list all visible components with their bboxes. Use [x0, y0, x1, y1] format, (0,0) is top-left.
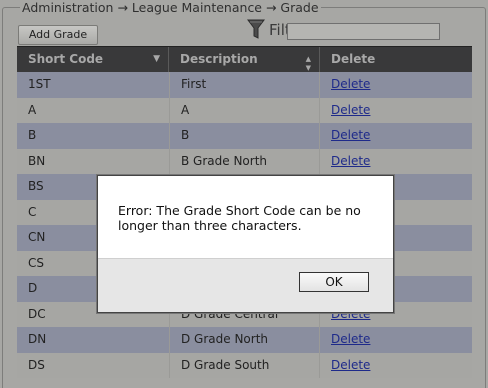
table-row[interactable]: 1ST First Delete	[17, 72, 472, 98]
description-cell: B	[169, 123, 320, 149]
column-header-short-code[interactable]: Short Code ▼	[17, 47, 169, 72]
table-row[interactable]: A A Delete	[17, 97, 472, 124]
sort-both-icon: ▲ ▼	[305, 55, 311, 72]
filter-input[interactable]	[287, 23, 440, 40]
sort-down-icon: ▼	[153, 54, 160, 64]
add-grade-button[interactable]: Add Grade	[18, 25, 98, 45]
table-row[interactable]: BN B Grade North Delete	[17, 148, 472, 175]
delete-link[interactable]: Delete	[331, 154, 370, 168]
delete-cell: Delete	[320, 149, 472, 175]
column-header-label: Delete	[331, 52, 376, 66]
delete-cell: Delete	[320, 98, 472, 124]
description-cell: First	[169, 72, 320, 98]
table-row[interactable]: DN D Grade North Delete	[17, 327, 472, 353]
short-code-cell: DS	[28, 357, 45, 372]
short-code-cell: DN	[28, 332, 47, 346]
short-code-cell: 1ST	[28, 77, 51, 91]
error-dialog: Error: The Grade Short Code can be no lo…	[97, 175, 394, 313]
delete-link[interactable]: Delete	[331, 332, 370, 346]
funnel-icon	[247, 19, 265, 39]
table-header: Short Code ▼ Description ▲ ▼ Delete	[17, 46, 472, 72]
page-background: Administration → League Maintenance → Gr…	[0, 0, 488, 388]
table-row[interactable]: DS D Grade South Delete	[17, 352, 472, 379]
description-cell: A	[169, 97, 320, 123]
short-code-cell: A	[28, 102, 37, 117]
error-message: Error: The Grade Short Code can be no lo…	[118, 203, 361, 233]
column-header-delete: Delete	[320, 47, 472, 72]
delete-cell: Delete	[320, 72, 472, 98]
dialog-footer: OK	[98, 258, 393, 312]
column-header-label: Short Code	[28, 52, 104, 66]
short-code-cell: BN	[28, 153, 46, 168]
delete-link[interactable]: Delete	[331, 77, 370, 91]
delete-link[interactable]: Delete	[331, 358, 370, 372]
short-code-cell: B	[28, 128, 37, 142]
delete-cell: Delete	[320, 123, 472, 149]
delete-cell: Delete	[320, 353, 472, 379]
column-header-label: Description	[180, 52, 258, 66]
delete-link[interactable]: Delete	[331, 128, 370, 142]
table-row[interactable]: B B Delete	[17, 123, 472, 149]
delete-link[interactable]: Delete	[331, 103, 370, 117]
ok-button[interactable]: OK	[299, 272, 369, 292]
description-cell: D Grade South	[169, 352, 320, 378]
column-header-description[interactable]: Description ▲ ▼	[169, 47, 320, 72]
description-cell: B Grade North	[169, 148, 320, 174]
delete-cell: Delete	[320, 327, 472, 353]
breadcrumb: Administration → League Maintenance → Gr…	[20, 0, 321, 15]
description-cell: D Grade North	[169, 327, 320, 353]
